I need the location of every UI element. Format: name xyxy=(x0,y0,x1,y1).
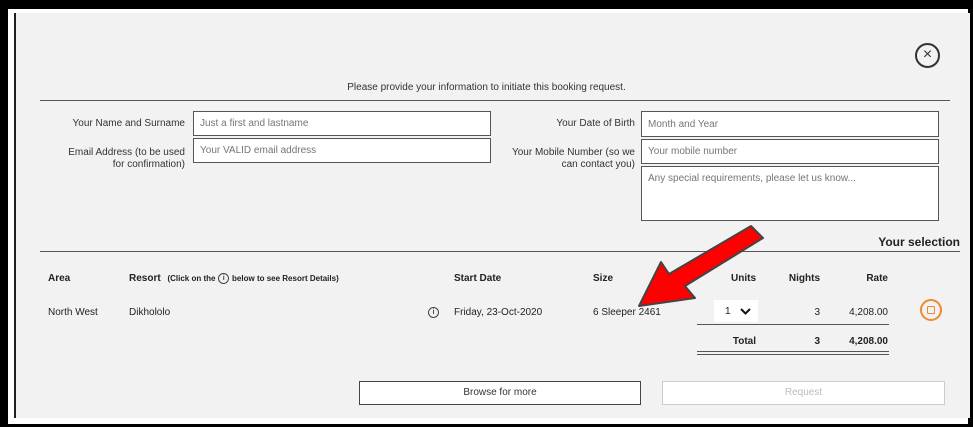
name-input[interactable] xyxy=(193,111,491,136)
close-icon[interactable]: × xyxy=(915,43,940,68)
total-label: Total xyxy=(732,336,756,347)
delete-icon[interactable] xyxy=(920,299,942,321)
mobile-label-line2: can contact you) xyxy=(561,159,635,170)
name-label: Your Name and Surname xyxy=(72,118,185,129)
dob-input[interactable] xyxy=(641,111,939,137)
row-start-date: Friday, 23-Oct-2020 xyxy=(454,307,543,318)
header-area: Area xyxy=(48,273,71,284)
header-resort-label: Resort xyxy=(129,273,161,285)
total-double-line-2 xyxy=(697,354,889,355)
row-nights: 3 xyxy=(814,307,820,318)
header-resort-note-post: below to see Resort Details) xyxy=(232,274,339,284)
browse-more-button[interactable]: Browse for more xyxy=(359,381,641,405)
mobile-label-line1: Your Mobile Number (so we xyxy=(511,147,635,158)
email-label-line2: for confirmation) xyxy=(112,159,185,170)
requirements-textarea[interactable] xyxy=(641,166,939,221)
selection-divider xyxy=(40,251,960,252)
total-top-line xyxy=(697,324,889,325)
header-resort-note-pre: (Click on the xyxy=(167,274,216,284)
header-size: Size xyxy=(593,273,614,284)
email-label: Email Address (to be used for confirmati… xyxy=(40,147,185,171)
row-resort: Dikhololo xyxy=(129,307,171,318)
dob-label: Your Date of Birth xyxy=(556,118,635,129)
total-nights: 3 xyxy=(814,336,820,347)
selection-title: Your selection xyxy=(878,235,960,249)
email-label-line1: Email Address (to be used xyxy=(68,147,185,158)
mobile-label: Your Mobile Number (so we can contact yo… xyxy=(480,147,635,171)
row-rate: 4,208.00 xyxy=(849,307,888,318)
header-nights: Nights xyxy=(788,273,820,284)
row-area: North West xyxy=(48,307,98,318)
header-start-date: Start Date xyxy=(454,273,502,284)
intro-text: Please provide your information to initi… xyxy=(347,82,626,93)
divider xyxy=(40,100,950,101)
total-double-line-1 xyxy=(697,351,889,352)
annotation-arrow-icon xyxy=(638,225,764,307)
total-rate: 4,208.00 xyxy=(849,336,888,347)
email-input[interactable] xyxy=(193,138,491,163)
header-rate: Rate xyxy=(866,273,888,284)
resort-info-icon[interactable]: i xyxy=(428,307,439,318)
info-icon: i xyxy=(218,273,230,284)
mobile-input[interactable] xyxy=(641,139,939,164)
header-resort: Resort (Click on the i below to see Reso… xyxy=(129,273,339,284)
request-button[interactable]: Request xyxy=(662,381,945,405)
